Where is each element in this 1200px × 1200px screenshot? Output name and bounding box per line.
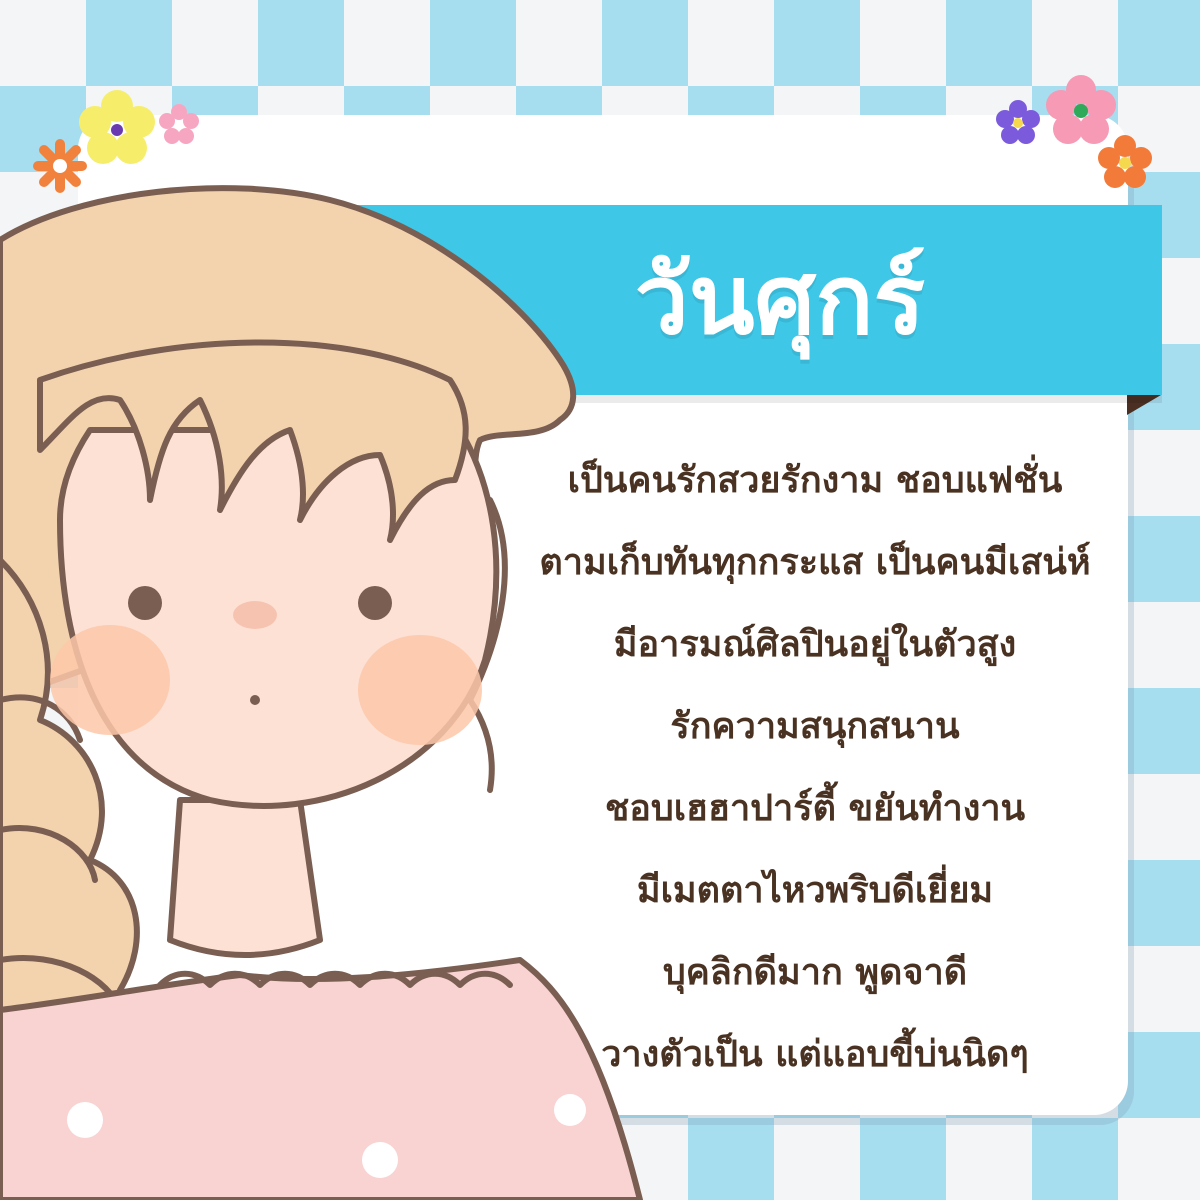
flower-icon <box>33 139 87 193</box>
text-line: มีเมตตาไหวพริบดีเยี่ยม <box>636 869 994 911</box>
personality-text: เป็นคนรักสวยรักงาม ชอบแฟชั่น ตามเก็บทันท… <box>520 438 1110 1094</box>
text-line: บุคลิกดีมาก พูดจาดี <box>662 951 968 993</box>
text-line: ตามเก็บทันทุกกระแส เป็นคนมีเสน่ห์ <box>539 541 1091 583</box>
text-line: รักความสนุกสนาน <box>670 705 960 747</box>
text-line: มีอารมณ์ศิลปินอยู่ในตัวสูง <box>613 623 1017 665</box>
text-line: วางตัวเป็น แต่แอบขี้บ่นนิดๆ <box>601 1033 1029 1075</box>
text-line: เป็นคนรักสวยรักงาม ชอบแฟชั่น <box>567 459 1063 501</box>
flower-icon <box>159 104 199 144</box>
day-title: วันศุกร์ <box>634 244 926 356</box>
text-line: ชอบเฮฮาปาร์ตี้ ขยันทำงาน <box>604 787 1026 829</box>
flower-icon <box>1098 135 1152 188</box>
flower-icon <box>996 100 1040 144</box>
flower-icon <box>79 90 155 164</box>
